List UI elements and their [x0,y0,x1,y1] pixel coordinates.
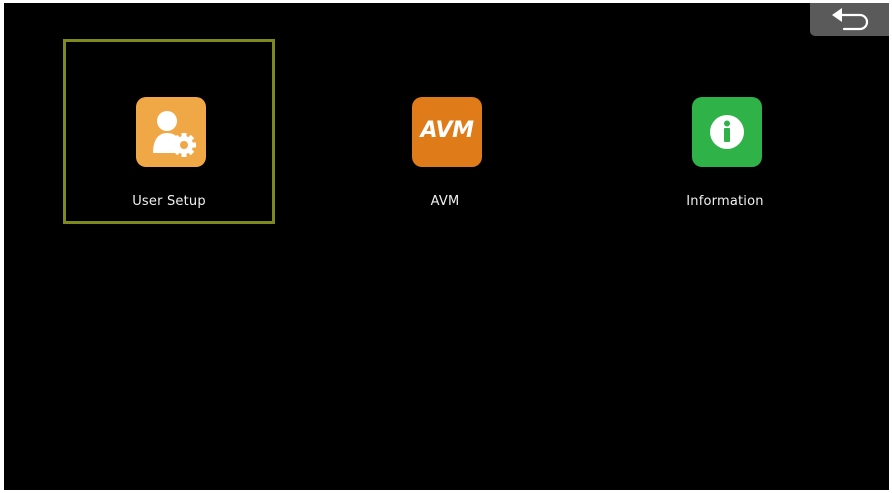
avm-icon: AVM [412,97,482,167]
menu-item-information[interactable]: Information [619,39,831,224]
menu-item-label: Information [686,194,764,209]
back-arrow-icon [832,8,869,31]
info-icon [692,97,762,167]
avm-icon-text: AVM [420,118,474,143]
menu-item-label: AVM [430,194,460,209]
back-button[interactable] [810,3,889,36]
menu-item-user-setup[interactable]: User Setup [63,39,275,224]
screen: User Setup AVM AVM Information [4,3,889,490]
menu-item-label: User Setup [132,194,206,209]
user-settings-icon [136,97,206,167]
menu-item-avm[interactable]: AVM AVM [339,39,551,224]
